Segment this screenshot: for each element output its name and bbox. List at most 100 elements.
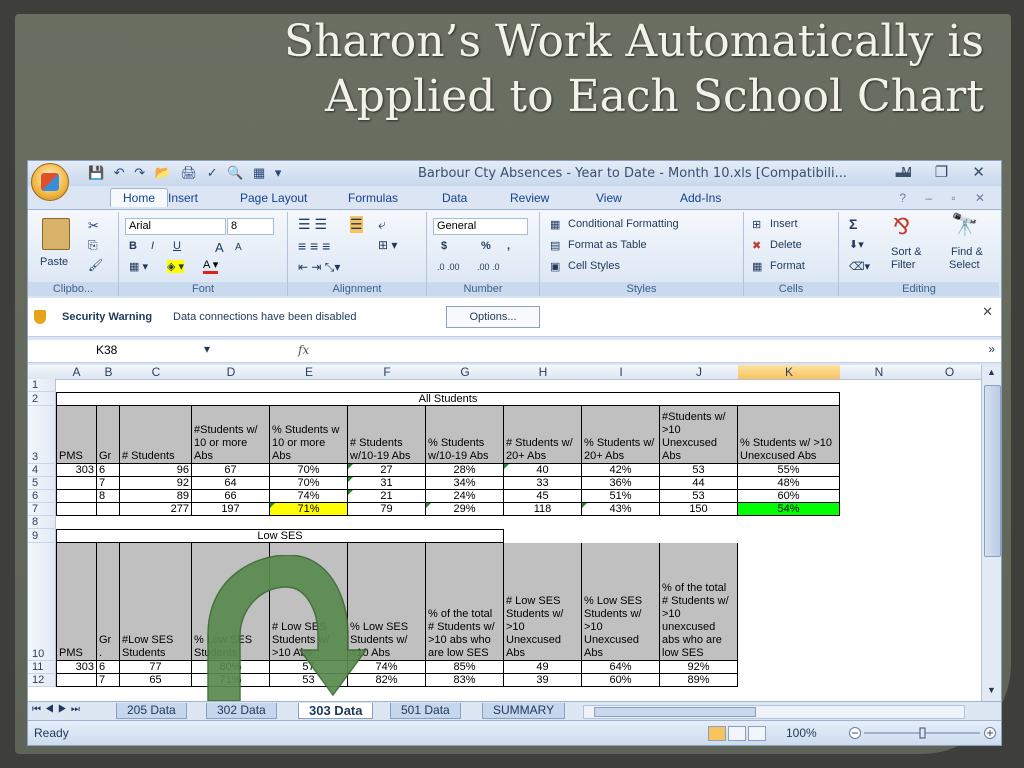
- col-header-c[interactable]: C: [120, 365, 193, 380]
- table-cell[interactable]: 44: [660, 477, 738, 490]
- table-cell-highlighted[interactable]: 71%: [270, 503, 348, 516]
- zoom-level[interactable]: 100%: [786, 726, 817, 740]
- table-cell[interactable]: 43%: [582, 503, 660, 516]
- table-cell[interactable]: 27: [348, 464, 426, 477]
- table-cell[interactable]: 65: [120, 674, 192, 687]
- table-cell[interactable]: 40: [504, 464, 582, 477]
- col-header-a[interactable]: A: [56, 365, 98, 380]
- close-icon[interactable]: ✕: [982, 304, 993, 320]
- align-bottom-icon[interactable]: ☰: [350, 216, 363, 233]
- number-format-select[interactable]: General: [433, 218, 528, 235]
- sort-filter-icon[interactable]: ⅋: [893, 214, 910, 240]
- row-header[interactable]: 9: [28, 529, 56, 543]
- fill-color-icon[interactable]: ◈ ▾: [167, 260, 185, 273]
- horizontal-scrollbar[interactable]: [583, 705, 965, 719]
- name-box-dropdown-icon[interactable]: ▾: [204, 342, 210, 356]
- table-cell[interactable]: 89: [120, 490, 192, 503]
- scroll-up-icon[interactable]: ▲: [987, 367, 996, 377]
- italic-button[interactable]: I: [151, 240, 154, 252]
- sheet-nav-icons[interactable]: ⏮◀▶⏭: [32, 704, 84, 715]
- indent-icon[interactable]: ⇤ ⇥ ⤡▾: [298, 260, 340, 275]
- decrease-decimal-button[interactable]: .00 .0: [477, 262, 500, 272]
- col-header-h[interactable]: H: [504, 365, 583, 380]
- tab-page-layout[interactable]: Page Layout: [240, 191, 307, 205]
- grow-font-button[interactable]: A: [215, 240, 224, 255]
- row-header[interactable]: 10: [28, 543, 56, 661]
- bold-button[interactable]: B: [129, 240, 137, 252]
- col-header-i[interactable]: I: [582, 365, 661, 380]
- row-header[interactable]: 12: [28, 674, 56, 687]
- col-header-k[interactable]: K: [738, 365, 841, 380]
- row-header[interactable]: 7: [28, 503, 56, 516]
- worksheet-grid[interactable]: A B C D E F G H I J K N O 1 2 3 4 5 6 7 …: [28, 365, 981, 701]
- table-cell[interactable]: 33: [504, 477, 582, 490]
- table-cell[interactable]: 29%: [426, 503, 504, 516]
- font-name-select[interactable]: Arial: [125, 218, 226, 235]
- col-header-g[interactable]: G: [426, 365, 505, 380]
- table-cell[interactable]: 89%: [660, 674, 738, 687]
- table-cell[interactable]: [56, 503, 97, 516]
- col-header-b[interactable]: B: [97, 365, 121, 380]
- scrollbar-thumb[interactable]: [984, 385, 1001, 557]
- col-header-o[interactable]: O: [918, 365, 981, 380]
- align-left-icon[interactable]: ≡ ≡ ≡: [298, 238, 330, 254]
- autosum-button[interactable]: Σ: [849, 216, 857, 232]
- table-cell[interactable]: 66: [192, 490, 270, 503]
- table-cell[interactable]: 6: [97, 661, 120, 674]
- paste-button[interactable]: Paste: [40, 256, 68, 268]
- percent-button[interactable]: %: [481, 240, 491, 252]
- table-cell[interactable]: 53: [660, 490, 738, 503]
- table-cell[interactable]: 42%: [582, 464, 660, 477]
- increase-decimal-button[interactable]: .0 .00: [437, 262, 460, 272]
- format-painter-icon[interactable]: 🖌: [88, 258, 103, 272]
- page-layout-view-icon[interactable]: [728, 726, 746, 741]
- sheet-tab-302[interactable]: 302 Data: [206, 703, 277, 719]
- tab-data[interactable]: Data: [442, 191, 467, 205]
- sheet-tab-303[interactable]: 303 Data: [298, 703, 374, 719]
- table-cell[interactable]: 6: [97, 464, 120, 477]
- col-header-j[interactable]: J: [660, 365, 739, 380]
- find-label[interactable]: Find &: [951, 246, 983, 258]
- table-cell[interactable]: 277: [120, 503, 192, 516]
- col-header-f[interactable]: F: [348, 365, 427, 380]
- vertical-scrollbar[interactable]: ▲ ▼: [981, 365, 1001, 701]
- select-all-corner[interactable]: [28, 365, 57, 380]
- font-size-select[interactable]: 8: [227, 218, 274, 235]
- table-cell[interactable]: 45: [504, 490, 582, 503]
- sheet-tab-205[interactable]: 205 Data: [116, 703, 187, 719]
- row-header[interactable]: 11: [28, 661, 56, 674]
- table-cell[interactable]: 77: [120, 661, 192, 674]
- table-cell[interactable]: 64: [192, 477, 270, 490]
- row-header[interactable]: 6: [28, 490, 56, 503]
- row-header[interactable]: 1: [28, 379, 56, 392]
- help-icon[interactable]: ? – ▫ ✕: [899, 191, 993, 205]
- table-cell[interactable]: 303: [56, 464, 97, 477]
- underline-button[interactable]: U: [173, 240, 181, 252]
- table-cell[interactable]: 70%: [270, 477, 348, 490]
- shrink-font-button[interactable]: A: [235, 242, 242, 253]
- tab-home[interactable]: Home: [110, 188, 169, 207]
- row-header[interactable]: 8: [28, 516, 56, 529]
- select-label[interactable]: Select: [949, 259, 980, 271]
- table-cell[interactable]: 24%: [426, 490, 504, 503]
- delete-cells-button[interactable]: Delete: [770, 239, 802, 251]
- table-cell[interactable]: [97, 503, 120, 516]
- tab-review[interactable]: Review: [510, 191, 549, 205]
- conditional-formatting-button[interactable]: Conditional Formatting: [568, 218, 679, 230]
- scrollbar-thumb[interactable]: [594, 707, 756, 717]
- table-cell[interactable]: 92%: [660, 661, 738, 674]
- wrap-text-icon[interactable]: ⤶: [378, 216, 386, 233]
- table-cell[interactable]: 85%: [426, 661, 504, 674]
- zoom-slider[interactable]: [848, 727, 998, 739]
- table-cell[interactable]: 7: [97, 674, 120, 687]
- normal-view-icon[interactable]: [708, 726, 726, 741]
- format-cells-button[interactable]: Format: [770, 260, 805, 272]
- filter-label[interactable]: Filter: [891, 259, 915, 271]
- merge-center-icon[interactable]: ⊞ ▾: [378, 238, 397, 252]
- fill-icon[interactable]: ⬇▾: [849, 238, 864, 251]
- comma-button[interactable]: ,: [507, 240, 510, 252]
- col-header-n[interactable]: N: [840, 365, 919, 380]
- tab-view[interactable]: View: [596, 191, 622, 205]
- row-header[interactable]: 3: [28, 406, 56, 464]
- row-header[interactable]: 5: [28, 477, 56, 490]
